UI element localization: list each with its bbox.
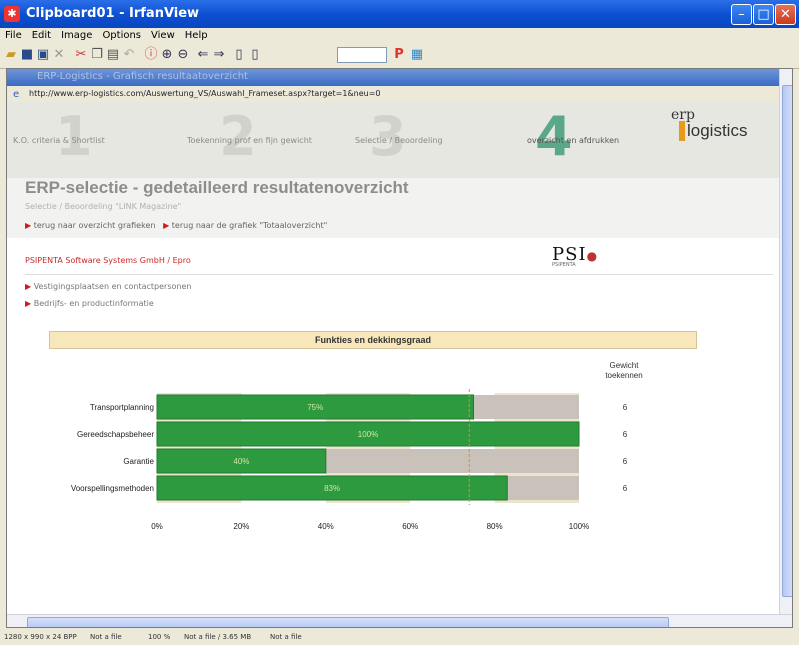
- step-4-label[interactable]: overzicht en afdrukken: [527, 136, 619, 145]
- value-label: 100%: [358, 430, 378, 439]
- menu-help[interactable]: Help: [180, 28, 213, 43]
- company-name: PSIPENTA Software Systems GmbH / Epro: [25, 256, 191, 265]
- address-url[interactable]: http://www.erp-logistics.com/Auswertung_…: [29, 88, 449, 100]
- ie-page-icon: e: [13, 89, 20, 100]
- menu-image[interactable]: Image: [56, 28, 97, 43]
- status-bar: 1280 x 990 x 24 BPP Not a file 100 % Not…: [0, 630, 799, 645]
- value-label: 83%: [324, 484, 340, 493]
- window-title-bar: ✱ Clipboard01 - IrfanView – □ ✕: [0, 0, 799, 28]
- vertical-scrollbar[interactable]: [779, 69, 792, 614]
- previous-icon[interactable]: ⇐: [196, 47, 210, 63]
- paste-icon[interactable]: ▤: [106, 47, 120, 63]
- x-tick-label: 100%: [569, 522, 589, 531]
- x-tick-label: 20%: [233, 522, 249, 531]
- link-back-total[interactable]: terug naar de grafiek "Totaaloverzicht": [172, 221, 328, 230]
- horizontal-scroll-thumb[interactable]: [27, 617, 669, 627]
- link-company-info[interactable]: ▶ Bedrijfs- en productinformatie: [25, 299, 154, 308]
- coverage-bar-chart: Transportplanning 75% 6 Gereedschapsbeheer 1…: [71, 389, 628, 531]
- menu-edit[interactable]: Edit: [27, 28, 56, 43]
- x-tick-label: 60%: [402, 522, 418, 531]
- zoom-out-icon[interactable]: ⊖: [176, 47, 190, 63]
- image-viewer: ERP-Logistics - Grafisch resultaatoverzi…: [6, 68, 793, 628]
- menu-file[interactable]: File: [0, 28, 27, 43]
- weight-value: 6: [623, 430, 628, 439]
- settings-icon[interactable]: ▦: [410, 47, 424, 63]
- arrow-right-icon: ▶: [163, 221, 170, 230]
- menu-options[interactable]: Options: [97, 28, 146, 43]
- arrow-right-icon: ▶: [25, 282, 32, 291]
- address-bar: e http://www.erp-logistics.com/Auswertun…: [7, 86, 792, 103]
- status-zoom: 100 %: [148, 633, 171, 641]
- weight-value: 6: [623, 403, 628, 412]
- arrow-right-icon: ▶: [25, 221, 32, 230]
- x-tick-label: 80%: [487, 522, 503, 531]
- category-label: Garantie: [123, 457, 154, 466]
- irfanview-app-icon[interactable]: ✱: [4, 6, 20, 22]
- divider: [25, 274, 773, 275]
- toolbar: ▰ ■ ▣ ✕ ✂ ❐ ▤ ↶ ⓘ ⊕ ⊖ ⇐ ⇒ ▯ ▯ P ▦: [0, 43, 799, 69]
- link-locations[interactable]: ▶ Vestigingsplaatsen en contactpersonen: [25, 282, 191, 291]
- wizard-steps: 1 K.O. criteria & Shortlist 2 Toekenning…: [7, 102, 779, 178]
- status-file1: Not a file: [90, 633, 122, 641]
- undo-icon[interactable]: ↶: [122, 47, 136, 63]
- vertical-scroll-thumb[interactable]: [782, 85, 792, 597]
- copy-icon[interactable]: ❐: [90, 47, 104, 63]
- cut-icon[interactable]: ✂: [74, 47, 88, 63]
- paint-icon[interactable]: P: [392, 47, 406, 63]
- category-label: Voorspellingsmethoden: [71, 484, 154, 493]
- value-label: 75%: [307, 403, 323, 412]
- back-links: ▶ terug naar overzicht grafieken ▶ terug…: [25, 221, 327, 230]
- psi-logo: PSI● PSIPENTA: [552, 244, 599, 268]
- page-subtitle: Selectie / Beoordeling "LINK Magazine": [25, 202, 182, 211]
- erp-logistics-logo: erp logistics: [671, 107, 748, 141]
- step-3-label[interactable]: Selectie / Beoordeling: [355, 136, 443, 145]
- horizontal-scrollbar[interactable]: [7, 614, 792, 627]
- status-file2: Not a file / 3.65 MB: [184, 633, 252, 641]
- first-page-icon[interactable]: ▯: [232, 47, 246, 63]
- next-icon[interactable]: ⇒: [212, 47, 226, 63]
- info-icon[interactable]: ⓘ: [144, 47, 158, 63]
- x-tick-label: 40%: [318, 522, 334, 531]
- value-label: 40%: [233, 457, 249, 466]
- browser-title: ERP-Logistics - Grafisch resultaatoverzi…: [37, 71, 248, 82]
- menu-view[interactable]: View: [146, 28, 180, 43]
- x-tick-label: 0%: [151, 522, 163, 531]
- status-dimensions: 1280 x 990 x 24 BPP: [4, 633, 77, 641]
- save-icon[interactable]: ■: [20, 47, 34, 63]
- status-file3: Not a file: [270, 633, 302, 641]
- weight-header: Gewicht toekennen: [605, 361, 643, 380]
- menu-bar: File Edit Image Options View Help: [0, 28, 799, 43]
- weight-value: 6: [623, 484, 628, 493]
- weight-value: 6: [623, 457, 628, 466]
- page-title: ERP-selectie - gedetailleerd resultateno…: [25, 178, 409, 197]
- step-2-label[interactable]: Toekenning prof en fijn gewicht: [187, 136, 312, 145]
- category-label: Transportplanning: [90, 403, 154, 412]
- save-as-icon[interactable]: ▣: [36, 47, 50, 63]
- close-button[interactable]: ✕: [775, 4, 796, 25]
- browser-title-bar: ERP-Logistics - Grafisch resultaatoverzi…: [7, 69, 792, 86]
- arrow-right-icon: ▶: [25, 299, 32, 308]
- category-label: Gereedschapsbeheer: [77, 430, 154, 439]
- open-icon[interactable]: ▰: [4, 47, 18, 63]
- minimize-button[interactable]: –: [731, 4, 752, 25]
- zoom-in-icon[interactable]: ⊕: [160, 47, 174, 63]
- page-input[interactable]: [337, 47, 387, 63]
- window-title: Clipboard01 - IrfanView: [26, 6, 200, 21]
- last-page-icon[interactable]: ▯: [248, 47, 262, 63]
- maximize-button[interactable]: □: [753, 4, 774, 25]
- delete-icon[interactable]: ✕: [52, 47, 66, 63]
- step-1-label[interactable]: K.O. criteria & Shortlist: [13, 136, 105, 145]
- page-header: ERP-selectie - gedetailleerd resultateno…: [7, 178, 779, 238]
- link-back-charts[interactable]: terug naar overzicht grafieken: [34, 221, 156, 230]
- section-banner: Funkties en dekkingsgraad: [49, 331, 697, 349]
